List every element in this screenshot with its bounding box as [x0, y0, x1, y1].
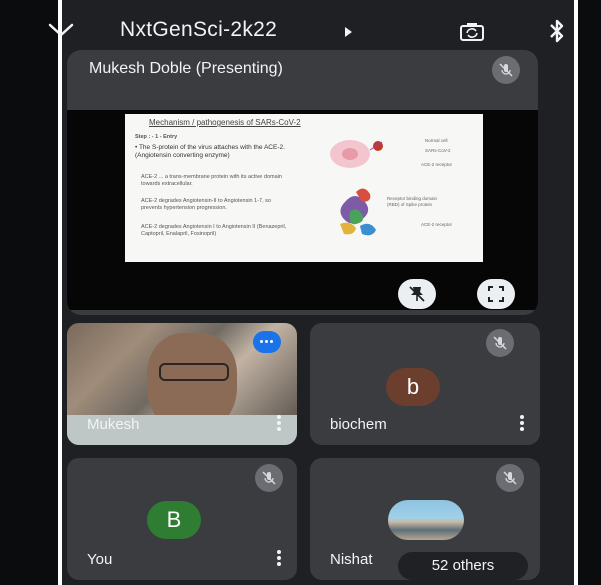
slide-label: Receptor binding domain (RBD) of Spike p… — [387, 196, 438, 207]
mic-off-icon — [496, 464, 524, 492]
bluetooth-icon[interactable] — [548, 18, 566, 44]
presenter-label: Mukesh Doble (Presenting) — [89, 60, 283, 77]
pin-off-icon[interactable] — [398, 279, 436, 309]
camera-flip-icon[interactable] — [459, 22, 485, 42]
slide-label: ACE-2 receptor — [421, 162, 453, 167]
more-vertical-icon[interactable] — [277, 415, 281, 431]
avatar: B — [147, 501, 201, 539]
slide-label: SARs-CoV-2 — [425, 148, 451, 153]
fullscreen-icon[interactable] — [477, 279, 515, 309]
slide: Mechanism / pathogenesis of SARs-CoV-2 S… — [125, 114, 483, 262]
virus-diagram — [330, 140, 383, 236]
others-button[interactable]: 52 others — [398, 552, 528, 580]
more-vertical-icon[interactable] — [277, 550, 281, 566]
slide-step: Step : - 1 - Entry — [135, 134, 178, 140]
slide-title: Mechanism / pathogenesis of SARs-CoV-2 — [149, 118, 301, 127]
participant-tile-you[interactable]: B You — [67, 458, 297, 580]
chevron-down-icon[interactable] — [48, 22, 74, 38]
slide-label: Normal cell — [425, 138, 448, 143]
slide-label: ACE-2 receptor — [421, 222, 453, 227]
participant-name: Nishat — [330, 551, 373, 568]
participant-name: biochem — [330, 416, 387, 433]
participant-name: You — [87, 551, 113, 568]
participant-name: Mukesh — [87, 416, 140, 433]
mic-off-icon — [486, 329, 514, 357]
participant-tile-biochem[interactable]: b biochem — [310, 323, 540, 445]
slide-bullet: • The S-protein of the virus attaches wi… — [135, 144, 285, 159]
slide-bullet: ACE-2 ... a trans-membrane protein with … — [141, 174, 282, 187]
avatar — [388, 500, 464, 540]
avatar: b — [386, 368, 440, 406]
caret-right-icon[interactable] — [345, 27, 352, 37]
mic-off-icon — [255, 464, 283, 492]
meeting-title[interactable]: NxtGenSci-2k22 — [120, 18, 277, 42]
more-horizontal-icon[interactable] — [253, 331, 281, 353]
participant-tile-mukesh[interactable]: Mukesh — [67, 323, 297, 445]
shared-screen: Mechanism / pathogenesis of SARs-CoV-2 S… — [67, 110, 538, 310]
slide-bullet: ACE-2 degrades Angiotensin-II to Angiote… — [141, 198, 271, 211]
mic-off-icon — [492, 56, 520, 84]
presentation-tile[interactable]: Mukesh Doble (Presenting) Mechanism / pa… — [67, 50, 538, 315]
slide-bullet: ACE-2 degrades Angiotensin I to Angioten… — [141, 224, 287, 237]
more-vertical-icon[interactable] — [520, 415, 524, 431]
